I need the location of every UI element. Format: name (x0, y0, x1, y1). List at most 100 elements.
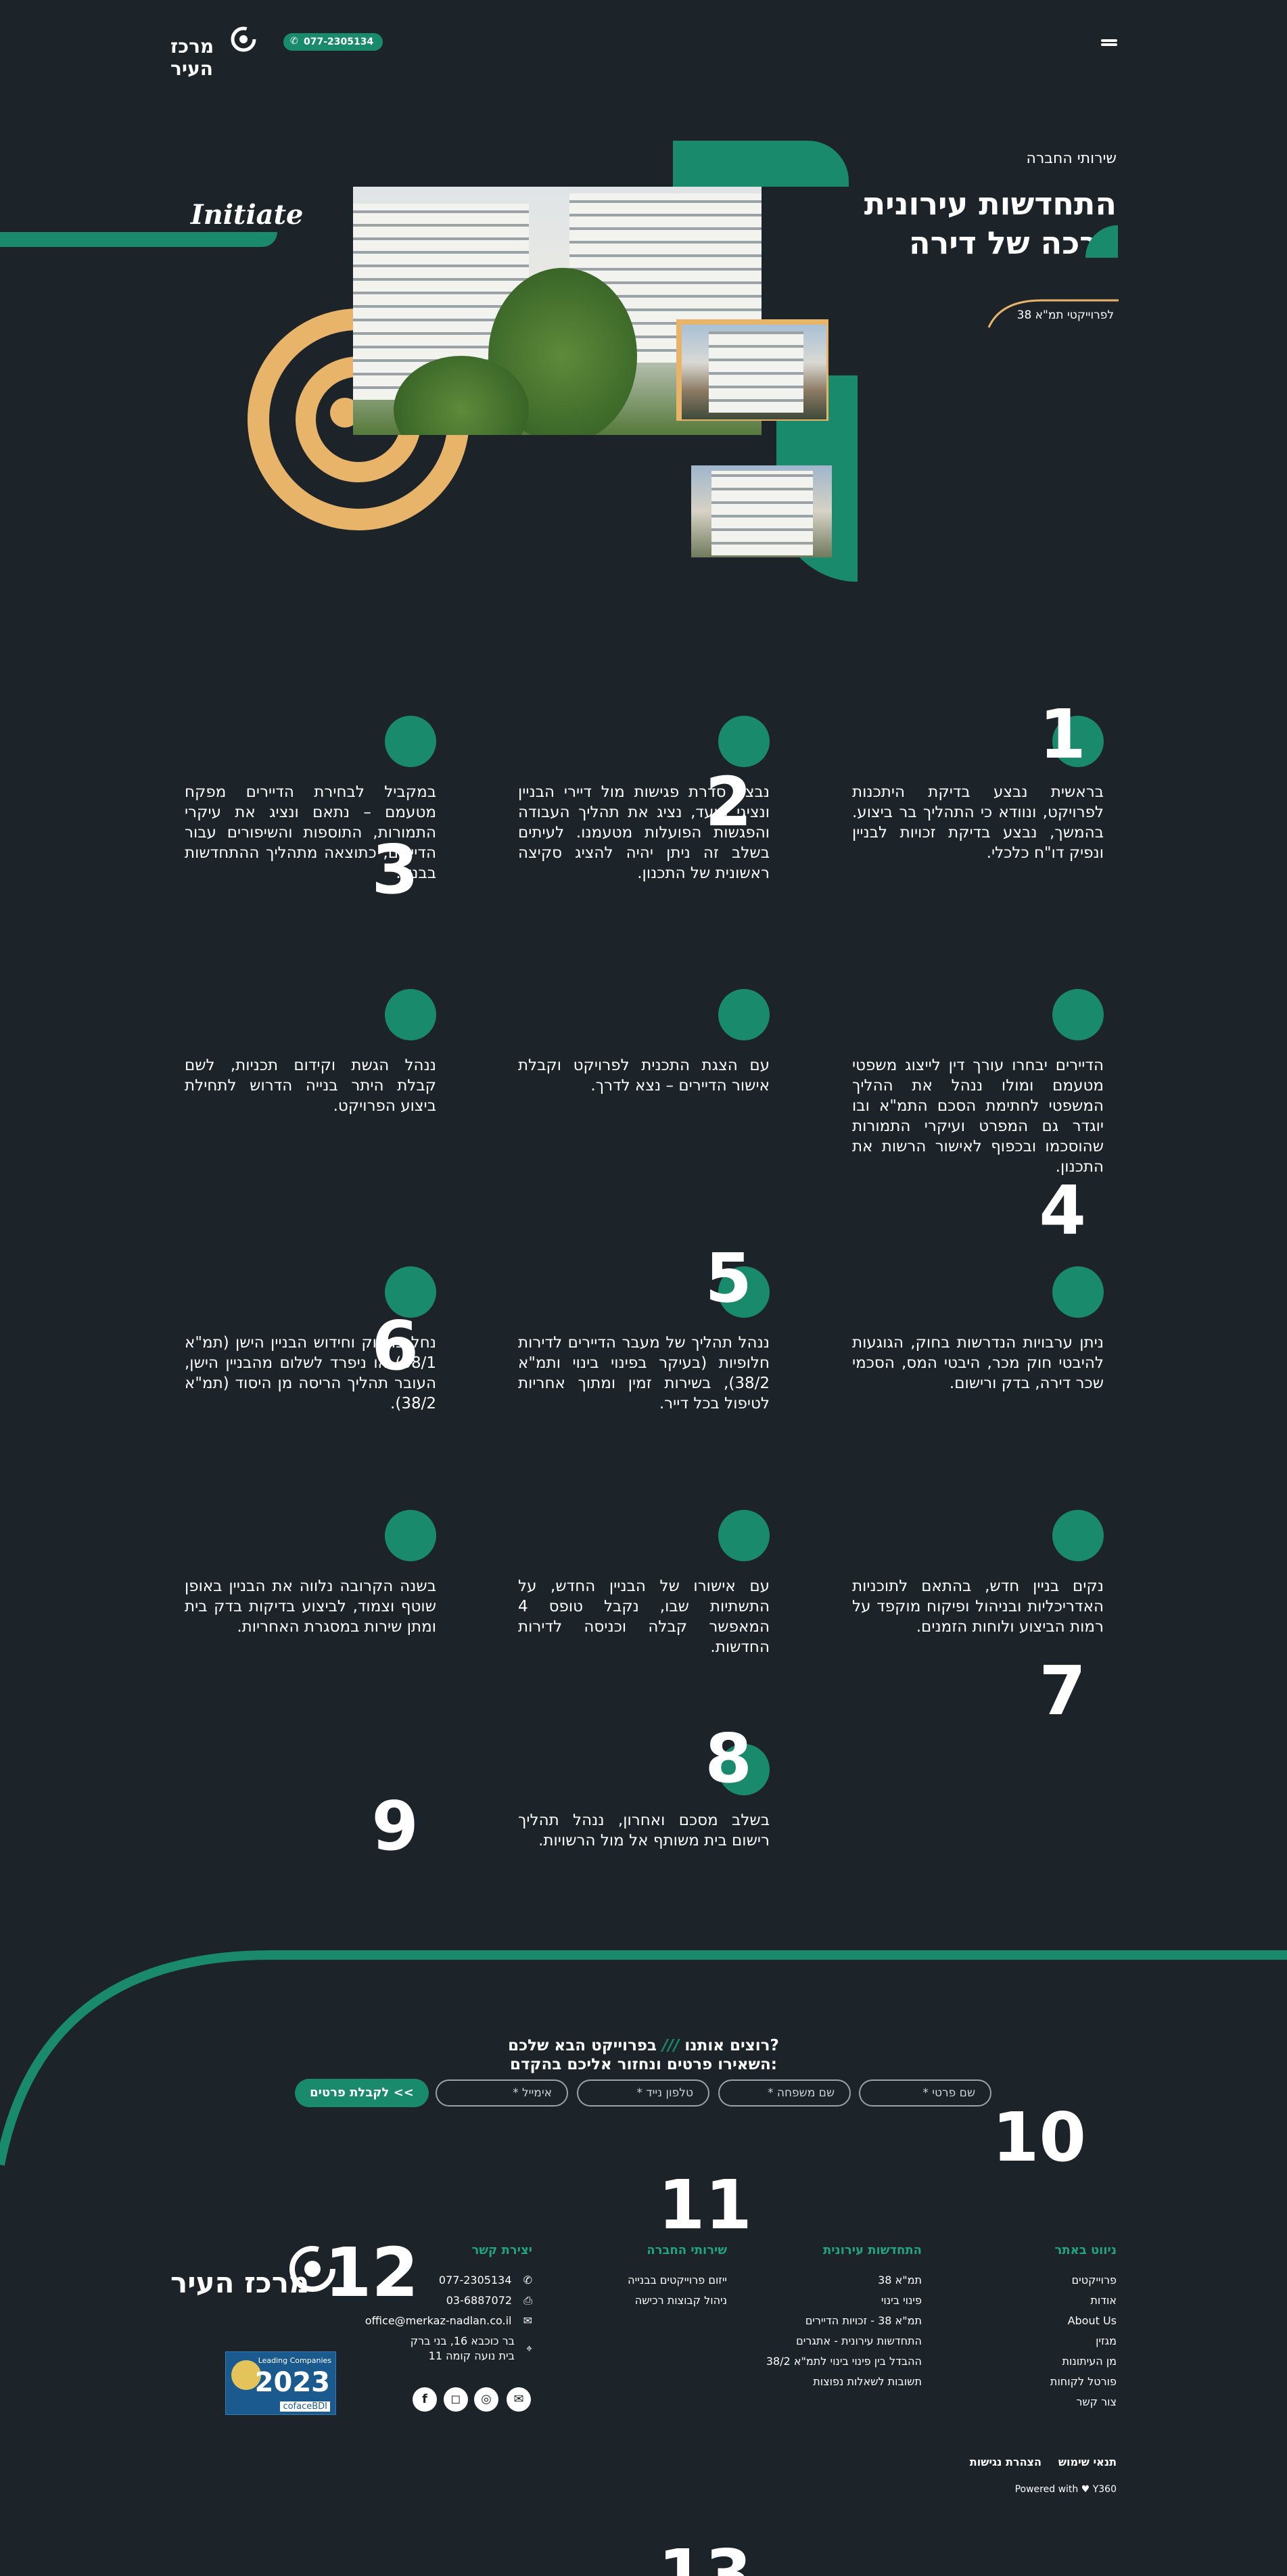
menu-button[interactable] (1101, 38, 1117, 47)
contact-address-1: בר כוכבא 16, בני ברק (410, 2334, 515, 2347)
cta-title-part-a: רוצים אותנו (684, 2037, 770, 2054)
instagram-icon[interactable]: ◻ (444, 2387, 468, 2412)
step-number: 10 (991, 2098, 1086, 2177)
footer-link[interactable]: מן העיתונות (1050, 2351, 1117, 2372)
step-number-circle (718, 1510, 770, 1561)
footer-link[interactable]: תשובות לשאלות נפוצות (766, 2372, 922, 2392)
step-number: 4 (1039, 1171, 1086, 1250)
step-number: 5 (705, 1239, 752, 1318)
footer-link[interactable]: ייזום פרוייקטים בבנייה (628, 2270, 727, 2291)
fax-icon: ⎙ (523, 2294, 532, 2307)
footer-services-title: שירותי החברה (647, 2243, 727, 2257)
step-number: 11 (657, 2165, 752, 2245)
step-number: 3 (371, 830, 419, 909)
cta-slashes-icon: /// (657, 2037, 680, 2054)
step-description: עם אישורו של הבניין החדש, על התשתיות שבו… (518, 1578, 770, 1656)
contact-address-2: בית נועה קומה 11 (428, 2349, 515, 2362)
cta-title-line1: רוצים אותנו /// בפרוייקט הבא שלכם? (0, 2036, 1287, 2055)
footer-link[interactable]: פורטל לקוחות (1050, 2372, 1117, 2392)
contact-fax: 03-6887072 (446, 2294, 513, 2307)
step-description: עם הצגת התכנית לפרויקט וקבלת אישור הדייר… (518, 1057, 770, 1095)
footer-link[interactable]: About Us (1050, 2311, 1117, 2331)
email-icon: ✉ (523, 2314, 532, 2327)
step-description: ניתן ערבויות הנדרשות בחוק, הגוגעות להיבט… (852, 1334, 1104, 1392)
contact-address-row: בר כוכבא 16, בני ברק בית נועה קומה 11 ⌖ (356, 2334, 532, 2364)
header-phone-label: 077-2305134 (304, 37, 374, 47)
email-social-icon[interactable]: ✉ (507, 2387, 531, 2412)
contact-phone: 077-2305134 (438, 2274, 512, 2286)
powered-by[interactable]: Powered with ♥ Y360 (1015, 2484, 1117, 2495)
whatsapp-icon[interactable]: ◎ (474, 2387, 498, 2412)
step-description: ננהל תהליך של מעבר הדיירים לדירות חלופיו… (518, 1334, 770, 1412)
step-description: בשנה הקרובה נלווה את הבניין באופן שוטף ו… (185, 1578, 436, 1636)
badge-brand: cofaceBDI (280, 2401, 330, 2412)
step-number: 7 (1039, 1651, 1086, 1730)
last-name-field[interactable]: שם משפחה * (718, 2079, 851, 2107)
step-number: 12 (324, 2233, 419, 2312)
location-pin-icon: ⌖ (525, 2342, 532, 2355)
footer-link[interactable]: צור קשר (1050, 2392, 1117, 2412)
footer-services-list: ייזום פרוייקטים בבנייה ניהול קבוצות רכישה (628, 2270, 727, 2311)
phone-icon: ✆ (523, 2274, 532, 2286)
footer-link[interactable]: פרוייקטים (1050, 2270, 1117, 2291)
link-underline-arc (987, 299, 1119, 328)
step-description: בשלב מסכם ואחרון, ננהל תהליך רישום בית מ… (518, 1812, 770, 1849)
terms-link[interactable]: תנאי שימוש (1058, 2456, 1117, 2468)
accessibility-link[interactable]: הצהרת נגישות (970, 2456, 1042, 2468)
steps-grid: 1 בראשית נבצע בדיקת היתכנות לפרויקט, ונוו… (0, 0, 1287, 2576)
step-number: 1 (1039, 695, 1086, 774)
step-description: הדיירים יבחרו עורך דין לייצוג משפטי מטעמ… (852, 1057, 1104, 1176)
first-name-field[interactable]: שם פרטי * (859, 2079, 991, 2107)
step-description: נקים בניין חדש, בהתאם לתוכניות האדריכליו… (852, 1578, 1104, 1636)
step-number: 6 (371, 1306, 419, 1385)
step-number: 13 (657, 2535, 752, 2576)
contact-email: office@merkaz-nadlan.co.il (365, 2314, 512, 2327)
footer-nav-list: פרוייקטים אודות About Us מגזין מן העיתונות פו… (1050, 2270, 1117, 2412)
step-number: 2 (705, 762, 752, 842)
header-phone-button[interactable]: ✆ 077-2305134 (283, 33, 383, 51)
footer-urban-list: תמ"א 38 פינוי בינוי תמ"א 38 - זכויות הדייר… (766, 2270, 922, 2392)
footer-link[interactable]: ניהול קבוצות רכישה (628, 2291, 727, 2311)
hero-photo-2 (682, 325, 826, 419)
footer-link[interactable]: תמ"א 38 - זכויות הדיירים (766, 2311, 922, 2331)
phone-icon: ✆ (290, 36, 298, 47)
footer-link[interactable]: אודות (1050, 2291, 1117, 2311)
step-number-circle (1052, 989, 1104, 1040)
facebook-icon[interactable]: f (413, 2387, 437, 2412)
submit-button[interactable]: לקבלת פרטים << (295, 2079, 429, 2107)
footer-contact-title: יצירת קשר (471, 2243, 533, 2257)
building-shape (711, 471, 813, 555)
footer-nav-title: ניווט באתר (1054, 2243, 1117, 2257)
badge-small-label: Leading Companies (258, 2356, 331, 2365)
email-field[interactable]: אימייל * (436, 2079, 568, 2107)
step-number-circle (385, 989, 436, 1040)
step-number-circle (1052, 1266, 1104, 1318)
footer-link[interactable]: פינוי בינוי (766, 2291, 922, 2311)
step-number: 9 (371, 1787, 419, 1866)
step-number-circle (1052, 1510, 1104, 1561)
step-description: ננהל הגשת וקידום תכניות, לשם קבלת היתר ב… (185, 1057, 436, 1115)
building-shape (709, 331, 803, 413)
step-number-circle (385, 1510, 436, 1561)
hero-eyebrow: שירותי החברה (1026, 150, 1117, 167)
step-number-circle (718, 989, 770, 1040)
badge-year: 2023 (254, 2367, 330, 2398)
header-logo[interactable]: מרכז העיר (170, 26, 258, 80)
left-accent-band (0, 232, 277, 247)
menu-icon-line (1101, 43, 1117, 46)
logo-mark-icon (231, 26, 256, 52)
hero-photo-3 (691, 465, 832, 557)
green-top-tab (673, 141, 849, 187)
footer-link[interactable]: התחדשות עירונית - אתגרים (766, 2331, 922, 2351)
phone-field[interactable]: טלפון נייד * (577, 2079, 709, 2107)
side-brand-logo: Initiate (191, 199, 304, 231)
footer-link[interactable]: תמ"א 38 (766, 2270, 922, 2291)
footer-link[interactable]: מגזין (1050, 2331, 1117, 2351)
footer-urban-title: התחדשות עירונית (822, 2243, 922, 2257)
contact-email-row[interactable]: office@merkaz-nadlan.co.il ✉ (356, 2311, 532, 2331)
cta-title-line2: השאירו פרטים ונחזור אליכם בהקדם: (510, 2056, 777, 2073)
step-number: 8 (705, 1719, 752, 1798)
footer-link[interactable]: ההבדל בין פינוי בינוי לתמ"א 38/2 (766, 2351, 922, 2372)
step-description: בראשית נבצע בדיקת היתכנות לפרויקט, ונווד… (852, 783, 1104, 862)
hero-title-line1: התחדשות עירונית (864, 185, 1117, 222)
